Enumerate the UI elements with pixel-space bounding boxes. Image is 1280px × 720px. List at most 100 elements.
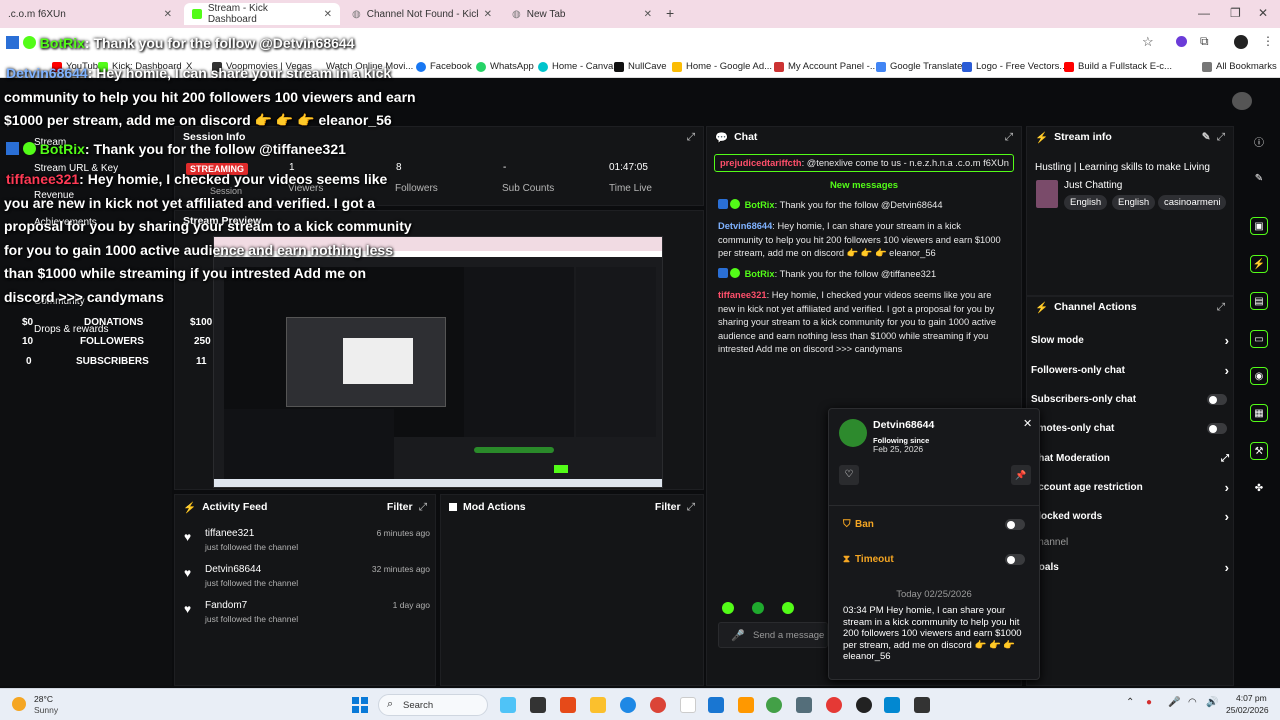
tray-icon[interactable]: ● [1146, 697, 1152, 708]
weather-icon[interactable] [12, 697, 26, 711]
filter-button[interactable]: Filter [655, 501, 681, 513]
expand-icon[interactable]: ⤢ [687, 501, 695, 514]
chrome-icon[interactable] [650, 697, 666, 713]
wrench-icon[interactable]: ⚒ [1250, 442, 1268, 460]
followers-only-row[interactable]: Followers-only chat › [1031, 362, 1231, 378]
subscribers-only-row[interactable]: Subscribers-only chat [1031, 391, 1231, 407]
avatar[interactable] [1232, 92, 1252, 110]
goals-row[interactable]: Goals › [1031, 559, 1231, 575]
edit-icon[interactable]: ✎ [1202, 131, 1211, 143]
tab-2[interactable]: Stream - Kick Dashboard ✕ [184, 3, 340, 25]
folder-icon[interactable] [590, 697, 606, 713]
bookmark-item[interactable]: WhatsApp [476, 61, 534, 72]
microphone-icon[interactable]: 🎤 [731, 629, 745, 642]
bookmark-item[interactable]: Home - Google Ad... [672, 61, 772, 72]
emotes-only-row[interactable]: Emotes-only chat [1031, 420, 1231, 436]
bookmark-item[interactable]: Facebook [416, 61, 472, 72]
screen-icon[interactable]: ▣ [1250, 217, 1268, 235]
browser-tab-bar: .c.o.m f6XUn ✕ Stream - Kick Dashboard ✕… [0, 0, 1280, 28]
expand-icon[interactable]: ⤢ [1005, 131, 1013, 144]
app-icon[interactable] [884, 697, 900, 713]
filter-button[interactable]: Filter [387, 501, 413, 513]
emote-icon[interactable] [752, 602, 764, 614]
bookmark-item[interactable]: Logo - Free Vectors... [962, 61, 1067, 72]
copilot-icon[interactable] [500, 697, 516, 713]
bookmark-item[interactable]: Google Translate [876, 61, 962, 72]
close-tab-icon[interactable]: ✕ [324, 9, 332, 20]
expand-icon[interactable]: ⤢ [687, 131, 695, 144]
taskbar-search[interactable]: ⌕ Search [378, 694, 488, 716]
list-item[interactable]: ♥ Fandom7 just followed the channel 1 da… [180, 600, 430, 628]
chat-message[interactable]: Detvin68644: Hey homie, I can share your… [718, 220, 1008, 261]
account-age-row[interactable]: Account age restriction › [1031, 479, 1231, 495]
app-icon[interactable] [796, 697, 812, 713]
edge-icon[interactable] [620, 697, 636, 713]
tab-4[interactable]: ◍ New Tab ✕ [504, 3, 660, 25]
all-bookmarks[interactable]: All Bookmarks [1202, 61, 1277, 72]
terminal-icon[interactable] [914, 697, 930, 713]
puzzle-icon[interactable]: ⧉ [1200, 34, 1209, 49]
bookmark-item[interactable]: Home - Canva [538, 61, 613, 72]
subscribers-only-toggle[interactable] [1207, 394, 1227, 405]
chat-message[interactable]: BotRix: Thank you for the follow @tiffan… [718, 268, 1008, 282]
close-tab-icon[interactable]: ✕ [644, 9, 652, 20]
heart-icon[interactable]: ♡ [839, 465, 859, 485]
chrome-icon[interactable] [826, 697, 842, 713]
app-icon[interactable] [560, 697, 576, 713]
app-icon[interactable] [680, 697, 696, 713]
maximize-icon[interactable]: ❐ [1230, 6, 1241, 20]
chat-message[interactable]: BotRix: Thank you for the follow @Detvin… [718, 199, 1008, 213]
preview-taskbar [214, 479, 662, 487]
vlc-icon[interactable] [738, 697, 754, 713]
emote-icon[interactable] [782, 602, 794, 614]
ban-toggle[interactable] [1005, 519, 1025, 530]
info-icon[interactable]: ⓘ [1250, 132, 1268, 150]
pinned-message[interactable]: prejudicedtariffcth: @tenexlive come to … [714, 154, 1014, 172]
tab-1[interactable]: .c.o.m f6XUn ✕ [0, 3, 180, 25]
list-item[interactable]: ♥ Detvin68644 just followed the channel … [180, 564, 430, 592]
slow-mode-row[interactable]: Slow mode › [1031, 332, 1231, 348]
expand-icon[interactable]: ⤢ [1217, 131, 1225, 144]
expand-icon[interactable]: ⤢ [1217, 301, 1225, 314]
pin-icon[interactable]: 📌 [1011, 465, 1031, 485]
obs-icon[interactable] [856, 697, 872, 713]
windows-start-icon[interactable] [352, 697, 368, 713]
star-icon[interactable]: ☆ [1142, 34, 1154, 50]
task-view-icon[interactable] [530, 697, 546, 713]
document-icon[interactable]: ▤ [1250, 292, 1268, 310]
blocked-words-row[interactable]: Blocked words › [1031, 508, 1231, 524]
close-tab-icon[interactable]: ✕ [164, 9, 172, 20]
expand-icon[interactable]: ⤢ [419, 501, 427, 514]
chat-moderation-row[interactable]: Chat Moderation ⤢ [1031, 450, 1231, 466]
emotes-only-toggle[interactable] [1207, 423, 1227, 434]
menu-icon[interactable]: ⋮ [1262, 34, 1274, 48]
bookmark-item[interactable]: NullCave [614, 61, 667, 72]
broadcast-icon[interactable]: ◉ [1250, 367, 1268, 385]
new-tab-button[interactable]: + [666, 5, 674, 21]
minimize-icon[interactable]: — [1198, 6, 1210, 20]
bookmark-item[interactable]: Build a Fullstack E-c... [1064, 61, 1172, 72]
vscode-icon[interactable] [708, 697, 724, 713]
avatar[interactable] [1234, 35, 1248, 49]
volume-icon[interactable]: 🔊 [1206, 697, 1218, 708]
emote-icon[interactable] [722, 602, 734, 614]
close-window-icon[interactable]: ✕ [1258, 6, 1268, 20]
chat-input[interactable]: 🎤 Send a message [718, 622, 828, 648]
list-item[interactable]: ♥ tiffanee321 just followed the channel … [180, 528, 430, 556]
bolt-icon[interactable]: ⚡ [1250, 255, 1268, 273]
microphone-icon[interactable]: 🎤 [1168, 697, 1180, 708]
chevron-up-icon[interactable]: ⌃ [1126, 697, 1134, 708]
chat-icon[interactable]: ▭ [1250, 330, 1268, 348]
extension-icon[interactable] [1176, 36, 1187, 47]
layout-icon[interactable]: ▦ [1250, 404, 1268, 422]
wifi-icon[interactable]: ◠ [1188, 697, 1197, 708]
puzzle-icon[interactable]: ✤ [1250, 479, 1268, 497]
close-tab-icon[interactable]: ✕ [484, 9, 492, 20]
tab-3[interactable]: ◍ Channel Not Found - Kick Strea ✕ [344, 3, 500, 25]
chat-message[interactable]: tiffanee321: Hey homie, I checked your v… [718, 289, 1008, 357]
pencil-icon[interactable]: ✎ [1250, 169, 1268, 187]
close-icon[interactable]: ✕ [1023, 417, 1032, 430]
timeout-toggle[interactable] [1005, 554, 1025, 565]
bookmark-item[interactable]: My Account Panel -... [774, 61, 878, 72]
chrome-icon[interactable] [766, 697, 782, 713]
